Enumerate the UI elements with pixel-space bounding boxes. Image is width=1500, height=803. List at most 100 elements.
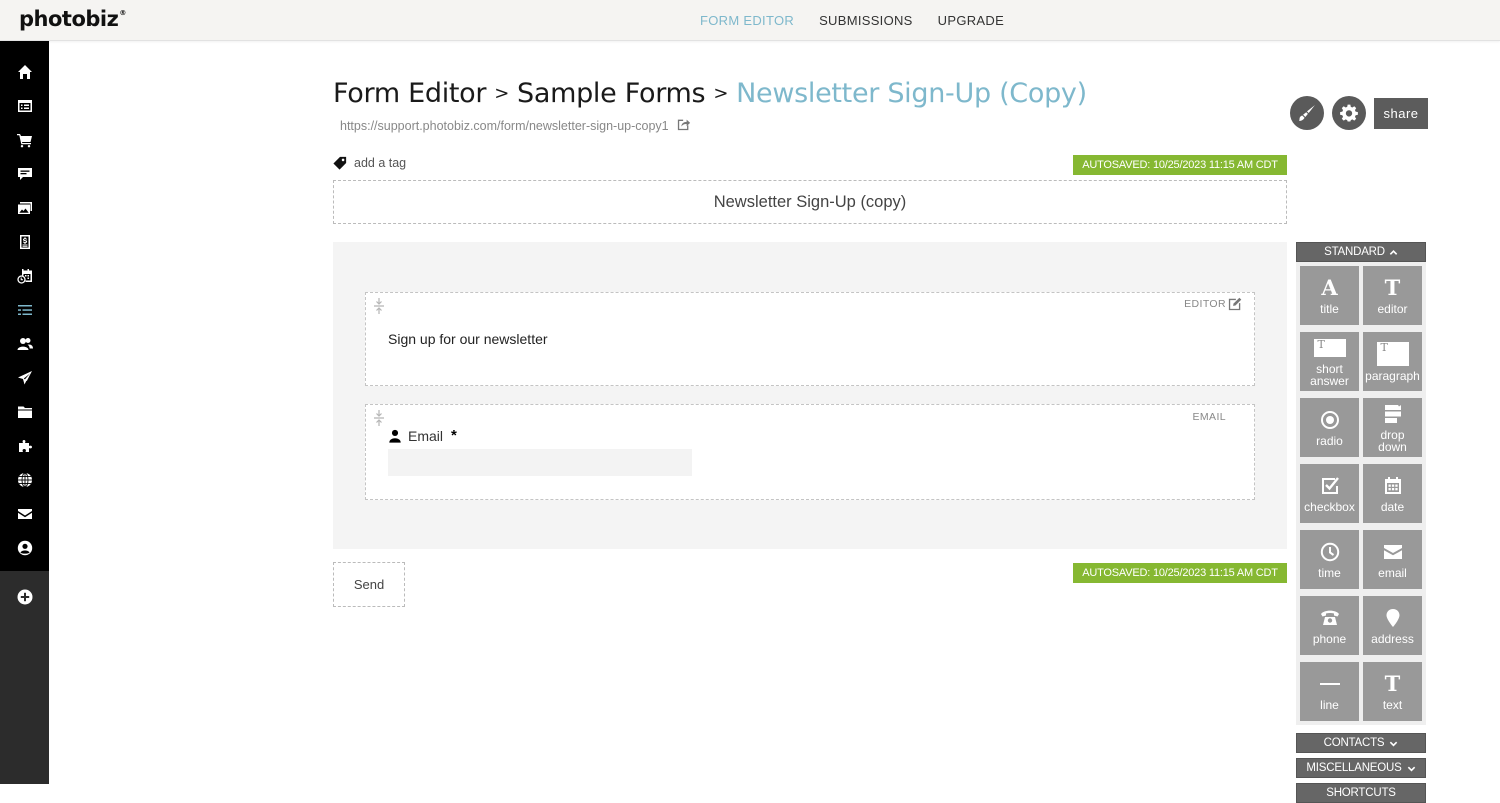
breadcrumb-sample-forms[interactable]: Sample Forms bbox=[517, 78, 706, 109]
user-icon bbox=[389, 429, 401, 443]
breadcrumb-form-editor[interactable]: Form Editor bbox=[333, 78, 487, 109]
nav-submissions[interactable]: SUBMISSIONS bbox=[819, 13, 913, 28]
breadcrumb-separator: > bbox=[713, 83, 729, 104]
share-button[interactable]: share bbox=[1374, 97, 1428, 129]
palette-section-label: CONTACTS bbox=[1323, 737, 1385, 749]
drag-handle[interactable] bbox=[373, 297, 385, 315]
palette-item-label: paragraph bbox=[1365, 369, 1420, 383]
sidebar-item-email[interactable] bbox=[0, 497, 49, 531]
sidebar-item-apps[interactable] bbox=[0, 429, 49, 463]
nav-form-editor[interactable]: FORM EDITOR bbox=[700, 13, 794, 28]
palette-item-short-answer[interactable]: T short answer bbox=[1300, 332, 1359, 391]
text-icon: T bbox=[1384, 671, 1401, 696]
palette-item-drop-down[interactable]: drop down bbox=[1363, 398, 1422, 457]
sidebar-add-button[interactable] bbox=[0, 580, 49, 614]
editor-block[interactable]: EDITOR Sign up for our newsletter bbox=[365, 292, 1255, 386]
sidebar-item-home[interactable] bbox=[0, 55, 49, 89]
send-button[interactable]: Send bbox=[333, 562, 405, 607]
website-icon bbox=[17, 100, 32, 112]
checkbox-icon bbox=[1321, 477, 1339, 494]
settings-button[interactable] bbox=[1332, 96, 1366, 130]
logo-text: photobiz bbox=[19, 7, 119, 31]
drag-handle[interactable] bbox=[373, 409, 385, 427]
paintbrush-icon bbox=[1299, 105, 1315, 121]
forms-icon bbox=[17, 305, 32, 315]
form-url[interactable]: https://support.photobiz.com/form/newsle… bbox=[340, 119, 669, 133]
gallery-icon bbox=[17, 202, 32, 214]
palette-grid: A title T editor T short answer T paragr… bbox=[1296, 262, 1426, 725]
sidebar-item-contacts[interactable] bbox=[0, 327, 49, 361]
clock-icon bbox=[1320, 542, 1339, 562]
palette-item-line[interactable]: line bbox=[1300, 662, 1359, 721]
header-actions: share bbox=[1290, 96, 1428, 130]
sidebar-item-domains[interactable] bbox=[0, 463, 49, 497]
sidebar-item-scheduling[interactable] bbox=[0, 259, 49, 293]
block-type-label: EMAIL bbox=[1192, 411, 1226, 423]
palette-section-contacts[interactable]: CONTACTS bbox=[1296, 733, 1426, 753]
palette-section-label: STANDARD bbox=[1324, 246, 1385, 258]
puzzle-icon bbox=[18, 440, 32, 452]
palette-item-checkbox[interactable]: checkbox bbox=[1300, 464, 1359, 523]
palette-item-address[interactable]: address bbox=[1363, 596, 1422, 655]
design-button[interactable] bbox=[1290, 96, 1324, 130]
map-pin-icon bbox=[1386, 609, 1399, 627]
email-block[interactable]: EMAIL Email * bbox=[365, 404, 1255, 500]
sidebar-item-forms[interactable] bbox=[0, 293, 49, 327]
plus-circle-icon bbox=[17, 589, 32, 605]
chat-icon bbox=[17, 168, 32, 180]
top-bar: photobiz® FORM EDITOR SUBMISSIONS UPGRAD… bbox=[0, 0, 1500, 41]
home-icon bbox=[17, 65, 32, 79]
palette-item-label: drop down bbox=[1378, 428, 1407, 454]
short-answer-icon: T bbox=[1313, 339, 1346, 357]
palette-item-text[interactable]: T text bbox=[1363, 662, 1422, 721]
open-url-button[interactable] bbox=[677, 117, 691, 134]
chevron-down-icon bbox=[1390, 741, 1398, 746]
breadcrumb-separator: > bbox=[494, 83, 509, 104]
add-tag-button[interactable]: add a tag bbox=[333, 156, 406, 170]
palette-item-title[interactable]: A title bbox=[1300, 266, 1359, 325]
breadcrumb: Form Editor > Sample Forms > Newsletter Sign… bbox=[333, 78, 1087, 109]
form-url-row: https://support.photobiz.com/form/newsle… bbox=[340, 117, 691, 134]
dropdown-icon bbox=[1384, 405, 1401, 423]
palette-item-phone[interactable]: phone bbox=[1300, 596, 1359, 655]
edit-block-button[interactable] bbox=[1228, 297, 1242, 311]
palette-section-label: SHORTCUTS bbox=[1326, 787, 1396, 799]
palette-item-label: email bbox=[1378, 566, 1407, 580]
breadcrumb-current-form: Newsletter Sign-Up (Copy) bbox=[736, 78, 1087, 109]
account-icon bbox=[17, 540, 32, 556]
email-input[interactable] bbox=[388, 449, 692, 476]
palette-item-label: address bbox=[1371, 632, 1414, 646]
palette-item-paragraph[interactable]: T paragraph bbox=[1363, 332, 1422, 391]
nav-upgrade[interactable]: UPGRADE bbox=[938, 13, 1004, 28]
form-title-field[interactable]: Newsletter Sign-Up (copy) bbox=[333, 180, 1287, 224]
sidebar-item-files[interactable] bbox=[0, 395, 49, 429]
sidebar-item-store[interactable] bbox=[0, 123, 49, 157]
sidebar-item-messages[interactable] bbox=[0, 157, 49, 191]
palette-item-date[interactable]: date bbox=[1363, 464, 1422, 523]
palette-item-editor[interactable]: T editor bbox=[1363, 266, 1422, 325]
autosave-status: AUTOSAVED: 10/25/2023 11:15 AM CDT bbox=[1073, 155, 1287, 175]
sidebar-item-campaigns[interactable] bbox=[0, 361, 49, 395]
palette-item-label: date bbox=[1380, 500, 1405, 514]
mail-icon bbox=[17, 509, 32, 519]
left-sidebar bbox=[0, 41, 49, 784]
send-icon bbox=[17, 371, 32, 385]
palette-item-label: title bbox=[1320, 302, 1339, 316]
sidebar-item-website[interactable] bbox=[0, 89, 49, 123]
photobiz-logo[interactable]: photobiz® bbox=[19, 7, 126, 31]
palette-item-radio[interactable]: radio bbox=[1300, 398, 1359, 457]
palette-section-miscellaneous[interactable]: MISCELLANEOUS bbox=[1296, 758, 1426, 778]
email-label-text: Email bbox=[408, 427, 444, 444]
palette-section-shortcuts[interactable]: SHORTCUTS bbox=[1296, 783, 1426, 803]
sidebar-item-invoices[interactable] bbox=[0, 225, 49, 259]
palette-section-standard[interactable]: STANDARD bbox=[1296, 242, 1426, 262]
palette-item-email[interactable]: email bbox=[1363, 530, 1422, 589]
drag-handle-icon bbox=[374, 410, 384, 426]
palette-section-label: MISCELLANEOUS bbox=[1306, 762, 1402, 774]
sidebar-item-account[interactable] bbox=[0, 531, 49, 565]
palette-item-time[interactable]: time bbox=[1300, 530, 1359, 589]
title-icon: A bbox=[1321, 275, 1338, 300]
top-nav: FORM EDITOR SUBMISSIONS UPGRADE bbox=[700, 13, 1004, 28]
sidebar-item-galleries[interactable] bbox=[0, 191, 49, 225]
palette-item-label: time bbox=[1318, 566, 1341, 580]
